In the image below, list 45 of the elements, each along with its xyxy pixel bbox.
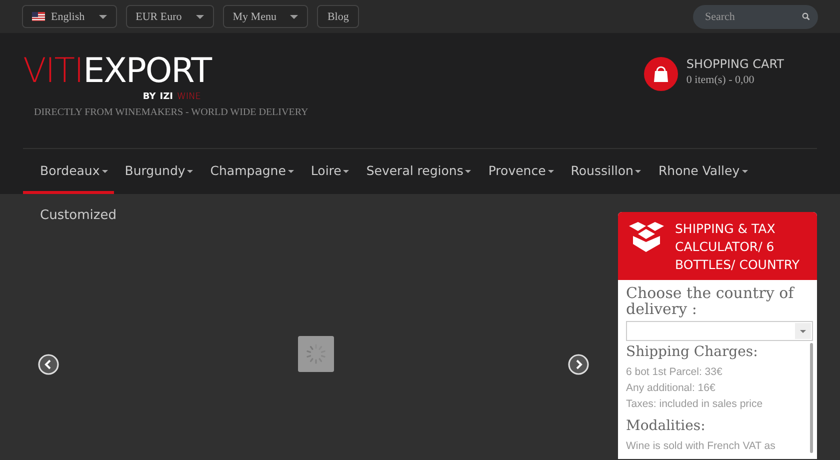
logo-byline: BY IZI WINE [142,92,201,102]
blog-link[interactable]: Blog [317,5,359,28]
cart-summary: 0 item(s) - 0,00 [686,74,756,86]
loading-spinner [298,336,334,372]
caret-icon [288,170,294,173]
menu-dropdown[interactable]: EUR Euro [126,5,214,28]
caret-icon [343,170,350,173]
nav-tab[interactable]: Provence [477,149,560,194]
caret-icon [548,170,554,173]
caret-icon [98,14,107,18]
caret-icon [102,170,108,173]
info-line: 6 bot 1st Parcel: 33€ [626,365,724,380]
nav-tab[interactable]: Rhone Valley [647,149,754,194]
info-line: Wine is sold with French VAT as [626,439,776,454]
cart-title[interactable]: SHOPPING CART [686,57,784,71]
nav-tab[interactable]: Several regions [355,149,478,194]
info-line: Taxes: included in sales price [626,397,764,412]
nav-tab[interactable]: Burgundy [114,149,200,194]
caret-icon [635,170,642,173]
nav-tab[interactable]: Roussillon [560,149,648,194]
search-icon[interactable] [802,11,810,22]
open-box-icon [628,220,665,254]
search-field[interactable]: Search [693,4,818,28]
caret-icon [742,170,748,173]
scrollbar[interactable] [810,343,813,453]
search-input[interactable]: Search [703,10,802,24]
menu-dropdown[interactable]: My Menu [222,5,308,28]
site-logo[interactable]: VITIEXPORT [23,53,323,89]
panel-title: SHIPPING & TAX CALCULATOR/ 6 BOTTLES/ COUNTRY [675,220,800,274]
flag-icon [32,12,45,21]
menu-dropdown[interactable]: English [22,5,117,28]
info-line: Any additional: 16€ [626,381,716,396]
caret-icon [290,14,298,18]
caret-icon [196,14,204,18]
section-heading: Modalities: [626,417,706,435]
shopping-bag-icon[interactable] [644,57,678,91]
section-heading: Customized [40,208,118,223]
tagline: DIRECTLY FROM WINEMAKERS - WORLD WIDE DELIVERY [34,107,310,118]
caret-icon [465,170,472,173]
nav-tab[interactable]: Loire [300,149,356,194]
caret-icon [187,170,194,173]
section-heading: Shipping Charges: [626,343,759,361]
caret-icon [795,323,811,339]
country-label: Choose the country of delivery : [626,285,796,317]
nav-tab[interactable]: Champagne [199,149,300,194]
